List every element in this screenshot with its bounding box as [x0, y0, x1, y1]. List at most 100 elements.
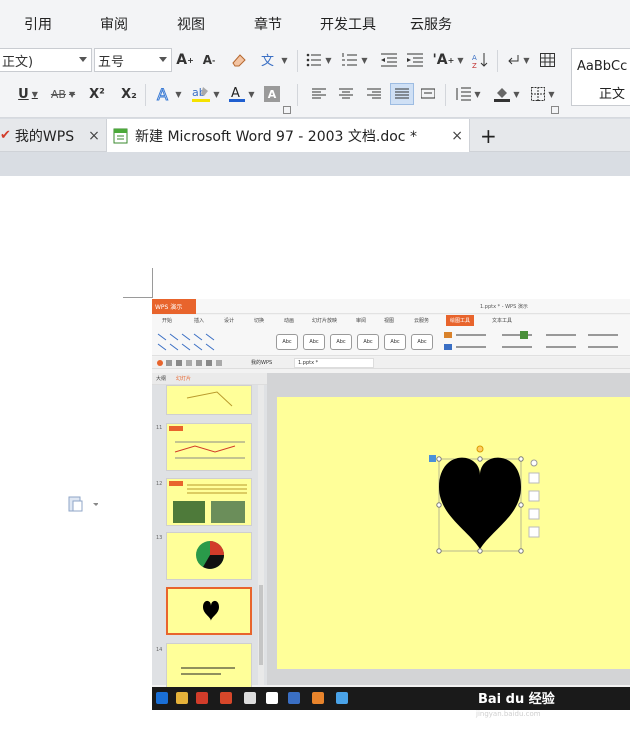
- embedded-menu-item: 视图: [384, 318, 395, 324]
- close-icon[interactable]: ×: [88, 128, 100, 144]
- align-center-button[interactable]: [336, 84, 356, 104]
- bullet-list-button[interactable]: ▼: [304, 50, 334, 70]
- font-size-select[interactable]: 五号: [94, 48, 172, 72]
- paragraph-mark-button[interactable]: ▼: [503, 50, 533, 70]
- clear-format-button[interactable]: [229, 50, 249, 70]
- highlight-button[interactable]: ab ▼: [188, 84, 224, 104]
- app-icon: [336, 692, 348, 704]
- margin-marker: [152, 268, 153, 298]
- style-name-text: 正文: [599, 87, 626, 102]
- menu-tab-review[interactable]: 审阅: [100, 14, 128, 34]
- embedded-slide-thumb: [166, 385, 252, 415]
- embedded-menu-item: 云服务: [414, 318, 430, 324]
- embedded-panel-header: 大纲 幻灯片: [152, 373, 267, 385]
- svg-text:Z: Z: [472, 62, 477, 68]
- embedded-screenshot[interactable]: WPS 演示 1.pptx * - WPS 演示 开始 插入 设计 切换 动画 …: [152, 299, 630, 710]
- justify-button[interactable]: [390, 83, 414, 105]
- decrease-indent-button[interactable]: [379, 50, 399, 70]
- tab-my-wps-label: 我的WPS: [14, 128, 75, 145]
- close-icon[interactable]: ×: [451, 128, 463, 144]
- text-effect-icon: A: [157, 86, 169, 102]
- paragraph-dialog-launcher[interactable]: [551, 106, 559, 114]
- slide-number: 14: [156, 647, 163, 653]
- menu-tab-references[interactable]: 引用: [24, 14, 52, 34]
- start-icon: [156, 692, 168, 704]
- justify-icon: [395, 88, 409, 99]
- menu-tab-view[interactable]: 视图: [177, 14, 205, 34]
- distributed-align-button[interactable]: [418, 84, 438, 104]
- subscript-button[interactable]: X₂: [118, 84, 140, 104]
- menu-tab-developer[interactable]: 开发工具: [320, 14, 376, 34]
- font-color-button[interactable]: A ▼: [226, 84, 258, 104]
- embedded-slide-thumb: [166, 478, 252, 526]
- align-right-icon: [367, 88, 381, 99]
- tab-current-document[interactable]: 新建 Microsoft Word 97 - 2003 文档.doc * ×: [106, 119, 470, 152]
- embedded-menu-item-active: 绘图工具: [446, 315, 475, 326]
- embedded-menu-item: 文本工具: [492, 318, 513, 324]
- tab-current-document-label: 新建 Microsoft Word 97 - 2003 文档.doc *: [135, 128, 417, 145]
- font-dialog-launcher[interactable]: [283, 106, 291, 114]
- app-icon: [220, 692, 232, 704]
- selected-heart-shape: [429, 445, 540, 554]
- align-left-icon: [312, 88, 326, 99]
- numbered-list-button[interactable]: ▼: [340, 50, 370, 70]
- phonetic-guide-button[interactable]: 文 ▼: [258, 50, 290, 70]
- embedded-slide-thumb: [166, 532, 252, 580]
- grow-font-button[interactable]: A +: [176, 50, 194, 70]
- embedded-slide-thumb: [166, 423, 252, 471]
- shape-style-button: Abc: [384, 334, 406, 350]
- superscript-button[interactable]: X²: [86, 84, 108, 104]
- embedded-slide-thumb: [166, 643, 252, 691]
- embedded-tab-pptx: 1.pptx *: [294, 358, 374, 368]
- shape-lines-icon: [157, 333, 215, 351]
- table-grid-button[interactable]: [537, 50, 557, 70]
- embedded-panel-tab-outline: 大纲: [156, 376, 167, 382]
- shape-style-button: Abc: [276, 334, 298, 350]
- increase-indent-button[interactable]: [405, 50, 425, 70]
- sort-icon: AZ: [472, 53, 488, 68]
- underline-button[interactable]: U ▼: [12, 84, 44, 104]
- pie-chart-icon: [196, 541, 224, 569]
- menu-tab-chapter[interactable]: 章节: [254, 14, 282, 34]
- paste-options-button[interactable]: [68, 495, 99, 517]
- embedded-menu-item: 插入: [194, 318, 205, 324]
- slide-number: 12: [156, 481, 163, 487]
- app-icon: [196, 692, 208, 704]
- shading-button[interactable]: ▼: [491, 84, 523, 104]
- font-color-icon: A: [229, 86, 246, 102]
- svg-text:A: A: [472, 54, 477, 62]
- new-tab-button[interactable]: +: [480, 119, 500, 152]
- shape-style-button: Abc: [303, 334, 325, 350]
- embedded-tab-my-wps: 我的WPS: [251, 360, 273, 366]
- embedded-menu-item: 审阅: [356, 318, 367, 324]
- thumb-diagram-icon: [169, 426, 245, 459]
- menu-bar: 引用 审阅 视图 章节 开发工具 云服务: [0, 0, 630, 44]
- align-right-button[interactable]: [364, 84, 384, 104]
- embedded-menu-item: 幻灯片放映: [312, 318, 338, 324]
- borders-button[interactable]: ▼: [527, 84, 559, 104]
- slide-number: 13: [156, 535, 163, 541]
- strikethrough-button[interactable]: AB ▼: [46, 84, 80, 104]
- font-name-select[interactable]: 正文): [0, 48, 92, 72]
- eraser-icon: [232, 54, 246, 67]
- menu-tab-cloud[interactable]: 云服务: [410, 14, 452, 34]
- underline-label: U: [18, 86, 29, 102]
- char-shading-button[interactable]: A: [264, 86, 280, 102]
- text-effect-button[interactable]: A ▼: [152, 84, 186, 104]
- border-icon: [531, 87, 546, 101]
- document-tab-bar: ✔ 我的WPS × 新建 Microsoft Word 97 - 2003 文档…: [0, 119, 630, 152]
- line-spacing-button[interactable]: ▼: [452, 84, 484, 104]
- embedded-menu-item: 切换: [254, 318, 265, 324]
- heart-icon: [203, 600, 219, 621]
- sort-button[interactable]: AZ: [470, 50, 490, 70]
- align-left-button[interactable]: [309, 84, 329, 104]
- char-scale-button[interactable]: 'A + ▼: [432, 50, 464, 70]
- thumb-shapes-icon: [186, 391, 233, 407]
- strikethrough-label: AB: [50, 87, 66, 101]
- style-gallery-normal[interactable]: AaBbCc 正文: [571, 48, 630, 106]
- shrink-font-button[interactable]: A-: [200, 50, 218, 70]
- shape-style-button: Abc: [357, 334, 379, 350]
- tab-my-wps[interactable]: ✔ 我的WPS ×: [0, 119, 105, 152]
- numbered-list-icon: [342, 53, 358, 66]
- embedded-menu-item: 动画: [284, 318, 295, 324]
